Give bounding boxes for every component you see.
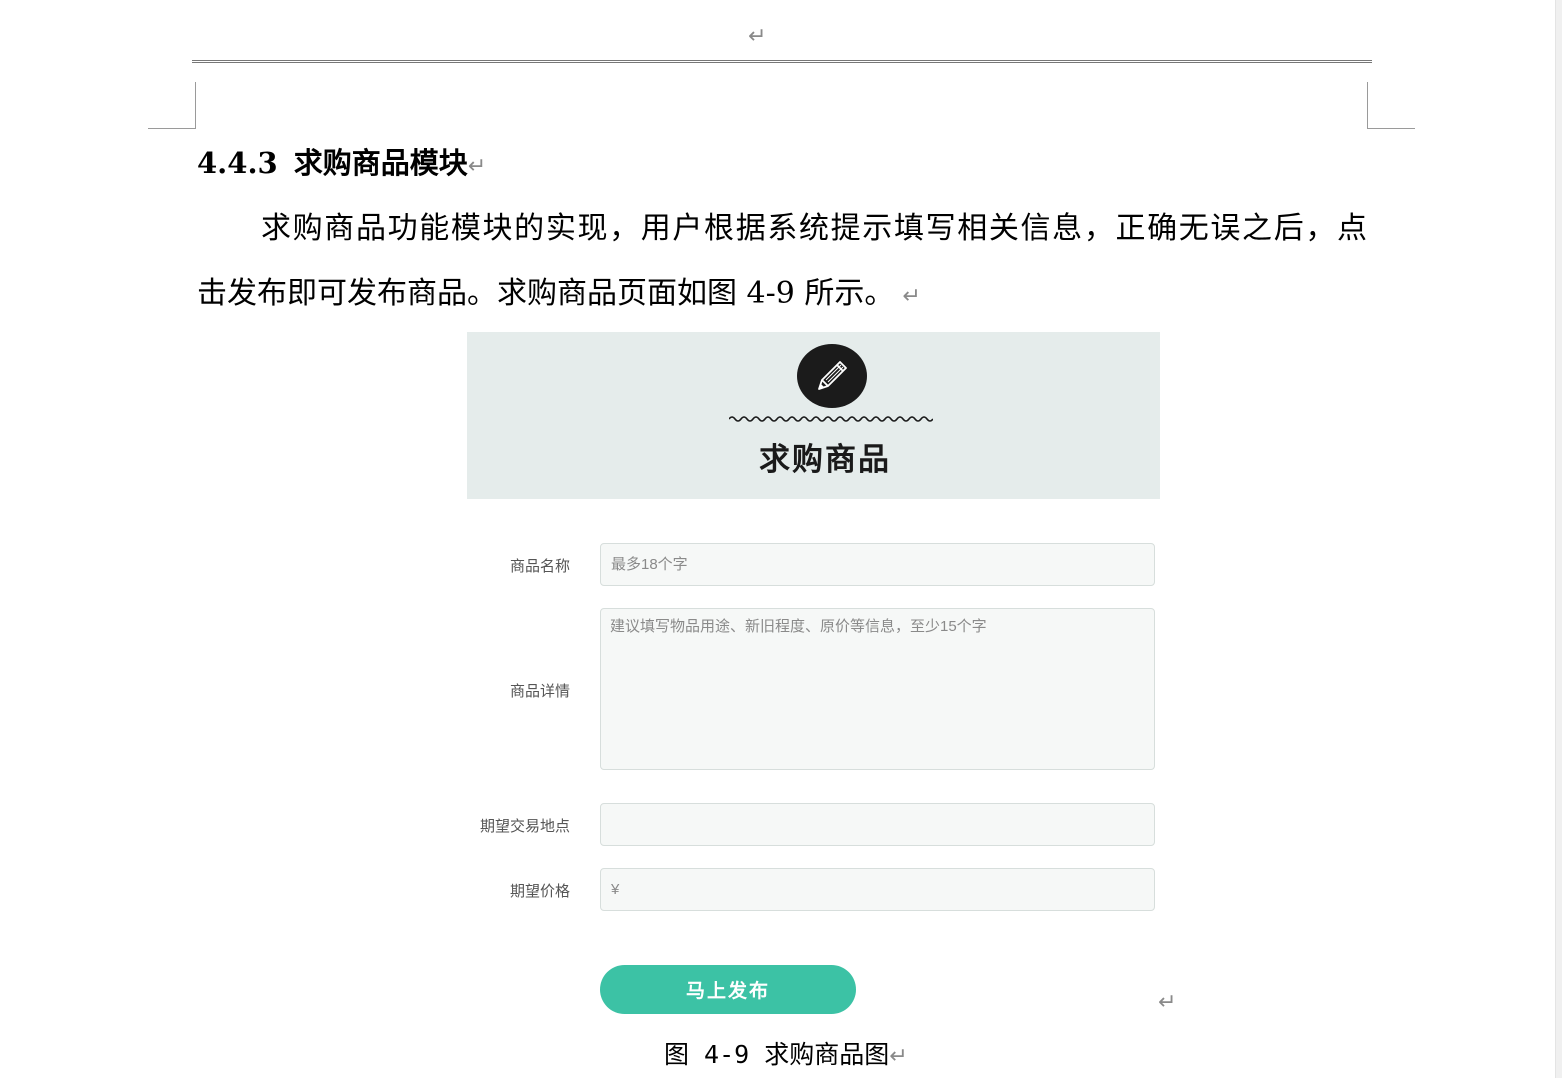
pencil-icon	[797, 344, 867, 408]
expected-price-input[interactable]	[600, 868, 1155, 911]
banner-title: 求购商品	[759, 442, 891, 478]
figure-caption: 图 4-9 求购商品图↵	[664, 1036, 908, 1076]
crop-mark-left-horizontal	[148, 128, 196, 129]
wave-divider	[729, 416, 933, 422]
paragraph-mark: ↵	[889, 1044, 908, 1069]
product-detail-textarea[interactable]	[600, 608, 1155, 770]
product-name-input[interactable]	[600, 543, 1155, 586]
paragraph-mark: ↵	[902, 284, 921, 309]
page-banner: 求购商品	[467, 332, 1160, 499]
section-number: 4.4.3	[197, 146, 278, 180]
trade-location-label: 期望交易地点	[479, 818, 570, 835]
figure-caption-text: 图 4-9 求购商品图	[664, 1040, 890, 1069]
paragraph-mark: ↵	[467, 154, 487, 179]
section-heading: 4.4.3 求购商品模块↵	[197, 143, 486, 187]
body-paragraph-line-2: 击发布即可发布商品。求购商品页面如图 4-9 所示。 ↵	[197, 272, 921, 319]
section-title: 求购商品模块	[293, 146, 468, 180]
header-rule	[192, 60, 1372, 63]
vertical-scrollbar[interactable]	[1555, 0, 1562, 1078]
body-paragraph-text: 击发布即可发布商品。求购商品页面如图 4-9 所示。	[197, 276, 895, 311]
trade-location-input[interactable]	[600, 803, 1155, 846]
paragraph-mark: ↵	[748, 24, 767, 49]
expected-price-label: 期望价格	[509, 883, 570, 900]
paragraph-mark: ↵	[1158, 990, 1177, 1015]
product-detail-label: 商品详情	[509, 683, 570, 700]
product-name-label: 商品名称	[509, 558, 570, 575]
crop-mark-right-vertical	[1367, 82, 1368, 129]
figure-screenshot: 求购商品 商品名称 商品详情 期望交易地点 期望价格 马上发布	[467, 332, 1160, 1022]
publish-button[interactable]: 马上发布	[600, 965, 856, 1014]
crop-mark-left-vertical	[195, 82, 196, 129]
crop-mark-right-horizontal	[1367, 128, 1415, 129]
body-paragraph-line-1: 求购商品功能模块的实现，用户根据系统提示填写相关信息，正确无误之后，点	[261, 211, 1367, 246]
